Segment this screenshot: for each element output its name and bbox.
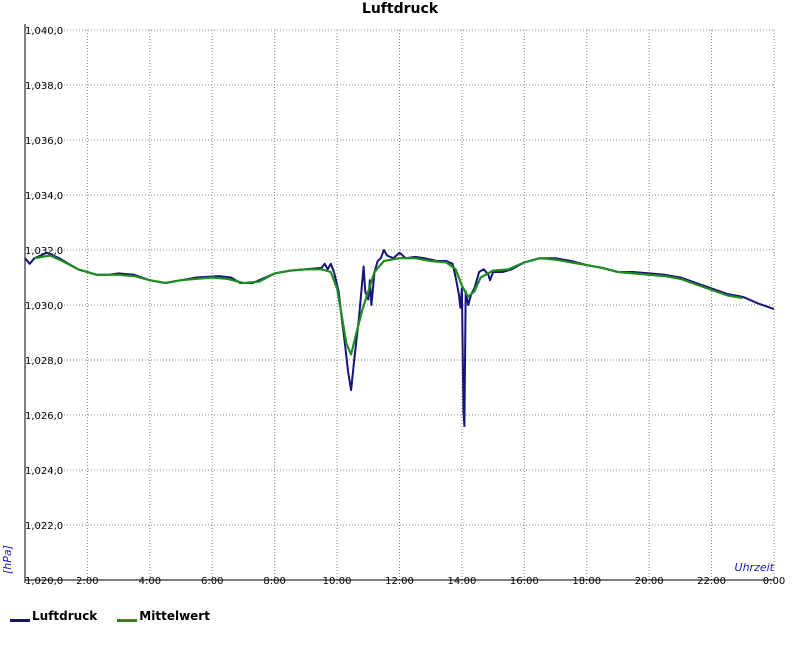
legend-label-mittelwert: Mittelwert [139, 609, 210, 623]
x-tick-label: 0:00 [763, 576, 785, 587]
y-tick-label: 1,034,0 [25, 191, 63, 202]
x-tick-label: 12:00 [385, 576, 414, 587]
legend: Luftdruck Mittelwert [10, 609, 210, 623]
legend-item-luftdruck: Luftdruck [10, 609, 97, 623]
y-tick-label: 1,036,0 [25, 136, 63, 147]
x-tick-label: 14:00 [448, 576, 477, 587]
y-tick-label: 1,022,0 [25, 521, 63, 532]
chart-title: Luftdruck [362, 1, 439, 17]
x-tick-label: 4:00 [139, 576, 161, 587]
grid [24, 24, 775, 583]
y-tick-label: 1,020,0 [25, 576, 63, 587]
x-tick-label: 18:00 [572, 576, 601, 587]
x-tick-label: 6:00 [201, 576, 223, 587]
y-tick-label: 1,024,0 [25, 466, 63, 477]
y-axis-ticks: 1,020,0 1,022,0 1,024,0 1,026,0 1,028,0 1,030… [25, 26, 63, 587]
y-tick-label: 1,028,0 [25, 356, 63, 367]
x-tick-label: 2:00 [76, 576, 98, 587]
x-tick-label: 16:00 [510, 576, 539, 587]
y-tick-label: 1,032,0 [25, 246, 63, 257]
y-axis-label: [hPa] [1, 545, 14, 574]
y-tick-label: 1,038,0 [25, 81, 63, 92]
x-axis-label: Uhrzeit [735, 561, 775, 574]
x-tick-label: 10:00 [323, 576, 352, 587]
legend-item-mittelwert: Mittelwert [117, 609, 210, 623]
x-tick-label: 8:00 [263, 576, 285, 587]
legend-label-luftdruck: Luftdruck [32, 609, 98, 623]
x-tick-label: 20:00 [635, 576, 664, 587]
legend-swatch-mittelwert [117, 618, 138, 622]
x-axis-ticks: 2:00 4:00 6:00 8:00 10:00 12:00 14:00 16:00 18:0… [76, 576, 785, 587]
y-tick-label: 1,040,0 [25, 26, 63, 37]
legend-swatch-luftdruck [10, 618, 30, 622]
x-tick-label: 22:00 [697, 576, 726, 587]
y-tick-label: 1,026,0 [25, 411, 63, 422]
line-chart: Luftdruck 1,020,01,022,01,024,01,026,01,… [1, 1, 785, 587]
y-tick-label: 1,030,0 [25, 301, 63, 312]
